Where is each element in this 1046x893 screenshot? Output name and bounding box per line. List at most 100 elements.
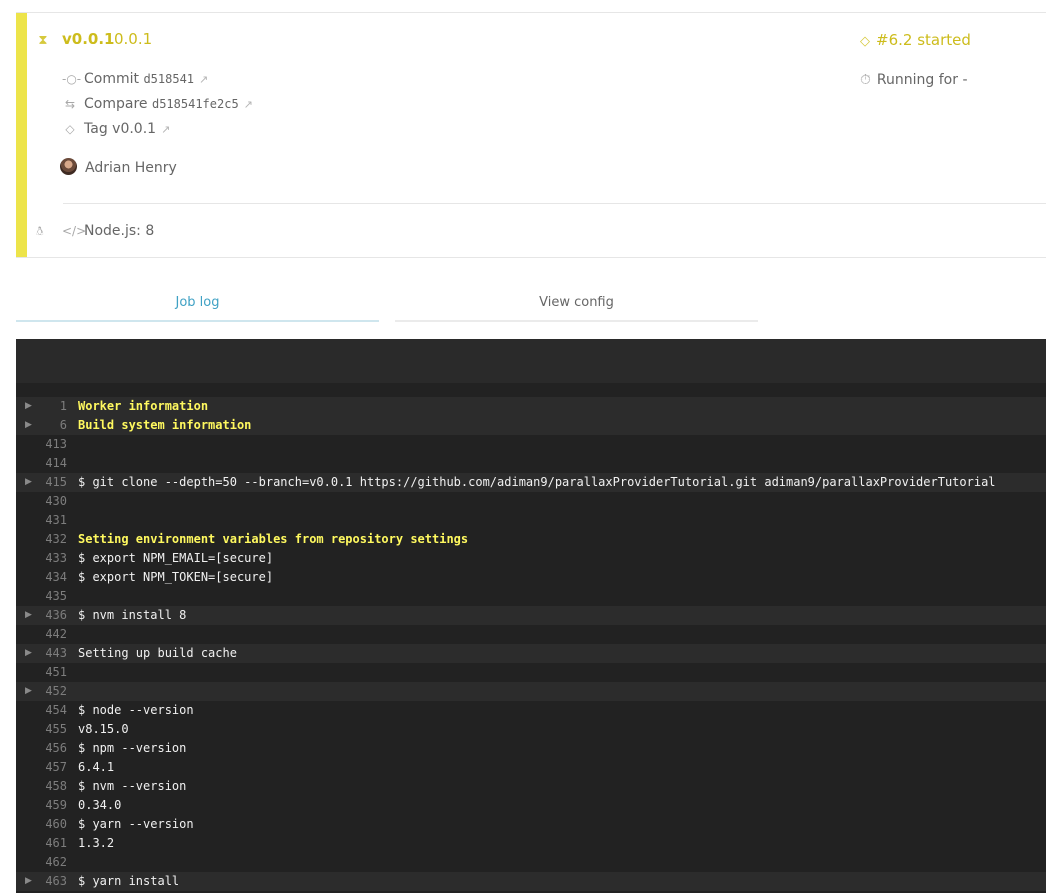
log-line: 462 [16, 853, 1046, 872]
external-link-icon[interactable]: ↗ [199, 70, 208, 90]
log-line-text: $ nvm install 8 [78, 608, 187, 622]
log-line-number[interactable]: 455 [36, 720, 67, 739]
log-line-text: $ yarn install [78, 874, 180, 888]
log-line[interactable]: ▶ 463 $ yarn install [16, 872, 1046, 891]
log-line-number[interactable]: 443 [36, 644, 67, 663]
log-line-number[interactable]: 463 [36, 872, 67, 891]
log-line: 413 [16, 435, 1046, 454]
log-line-number[interactable]: 6 [36, 416, 67, 435]
log-line-number[interactable]: 459 [36, 796, 67, 815]
log-line[interactable]: ▶ 436 $ nvm install 8 [16, 606, 1046, 625]
job-number-link[interactable]: v0.0.1 [62, 30, 115, 48]
log-line-number[interactable]: 435 [36, 587, 67, 606]
log-line: 454 $ node --version [16, 701, 1046, 720]
tab-job-log[interactable]: Job log [16, 290, 379, 322]
log-line-number[interactable]: 457 [36, 758, 67, 777]
log-line-number[interactable]: 1 [36, 397, 67, 416]
log-line[interactable]: ▶ 1 Worker information [16, 397, 1046, 416]
log-line-number[interactable]: 451 [36, 663, 67, 682]
external-link-icon[interactable]: ↗ [161, 120, 170, 140]
fold-arrow-icon[interactable]: ▶ [25, 397, 35, 416]
log-line[interactable]: ▶ 6 Build system information [16, 416, 1046, 435]
tag-link[interactable]: Tag v0.0.1 [84, 121, 156, 137]
log-line-number[interactable]: 430 [36, 492, 67, 511]
log-line: 414 [16, 454, 1046, 473]
compare-link[interactable]: Compare d518541fe2c5 [84, 96, 239, 112]
log-line-text: $ export NPM_EMAIL=[secure] [78, 551, 274, 565]
external-link-icon[interactable]: ↗ [244, 95, 253, 115]
log-line: 434 $ export NPM_TOKEN=[secure] [16, 568, 1046, 587]
log-line-number[interactable]: 436 [36, 606, 67, 625]
log-line: 455 v8.15.0 [16, 720, 1046, 739]
log-line-text: 0.34.0 [78, 798, 122, 812]
language-row: </>Node.js: 8 [62, 221, 154, 241]
log-line-number[interactable]: 458 [36, 777, 67, 796]
log-line-text: $ nvm --version [78, 779, 187, 793]
log-line-text: Setting up build cache [78, 646, 237, 660]
fold-arrow-icon[interactable]: ▶ [25, 473, 35, 492]
fold-arrow-icon[interactable]: ▶ [25, 416, 35, 435]
tag-value: v0.0.1 [112, 121, 157, 137]
log-line-number[interactable]: 462 [36, 853, 67, 872]
compare-icon: ⇆ [64, 97, 76, 111]
tag-row: ◇ Tag v0.0.1 ↗ [62, 119, 170, 139]
log-line-number[interactable]: 434 [36, 568, 67, 587]
avatar [60, 158, 77, 175]
log-line-number[interactable]: 456 [36, 739, 67, 758]
log-line-text: $ export NPM_TOKEN=[secure] [78, 570, 274, 584]
log-line: 442 [16, 625, 1046, 644]
commit-label: Commit [84, 71, 139, 87]
log-line-number[interactable]: 454 [36, 701, 67, 720]
log-line-number[interactable]: 452 [36, 682, 67, 701]
fold-arrow-icon[interactable]: ▶ [25, 682, 35, 701]
job-tabs: Job log View config [16, 290, 758, 322]
tab-view-config[interactable]: View config [395, 290, 758, 322]
job-log: ▶ 1 Worker information ▶ 6 Build system infor… [16, 383, 1046, 893]
log-line-number[interactable]: 442 [36, 625, 67, 644]
hourglass-icon: ⧗ [38, 33, 48, 48]
log-line-number[interactable]: 460 [36, 815, 67, 834]
commit-row: -○- Commit d518541 ↗ [62, 69, 208, 89]
commit-icon: -○- [62, 72, 82, 86]
fold-arrow-icon[interactable]: ▶ [25, 644, 35, 663]
log-line-number[interactable]: 432 [36, 530, 67, 549]
log-line-text: $ npm --version [78, 741, 187, 755]
log-line-number[interactable]: 413 [36, 435, 67, 454]
log-line-number[interactable]: 431 [36, 511, 67, 530]
card-divider [63, 203, 1046, 204]
compare-range: d518541fe2c5 [151, 97, 239, 111]
commit-sha: d518541 [143, 72, 195, 86]
log-line[interactable]: ▶ 452 [16, 682, 1046, 701]
log-line: 431 [16, 511, 1046, 530]
log-line-text: v8.15.0 [78, 722, 129, 736]
log-line: 461 1.3.2 [16, 834, 1046, 853]
tag-label: Tag [84, 121, 108, 137]
log-line-number[interactable]: 433 [36, 549, 67, 568]
status-stripe [16, 13, 27, 257]
build-status: ◇ #6.2 started [860, 30, 971, 50]
log-line-text: Setting environment variables from repos… [78, 532, 469, 546]
tag-icon: ◇ [860, 34, 870, 49]
compare-label: Compare [84, 96, 148, 112]
log-line-text: Build system information [78, 418, 252, 432]
log-line[interactable]: ▶ 415 $ git clone --depth=50 --branch=v0.0… [16, 473, 1046, 492]
log-line: 451 [16, 663, 1046, 682]
log-line: 430 [16, 492, 1046, 511]
log-line-number[interactable]: 461 [36, 834, 67, 853]
fold-arrow-icon[interactable]: ▶ [25, 606, 35, 625]
log-line[interactable]: ▶ 443 Setting up build cache [16, 644, 1046, 663]
log-line: 457 6.4.1 [16, 758, 1046, 777]
job-header-card: ⧗ v0.0.1 0.0.1 -○- Commit d518541 ↗ ⇆ Compa… [16, 13, 1046, 258]
build-status-link[interactable]: #6.2 started [876, 31, 971, 49]
log-line: 458 $ nvm --version [16, 777, 1046, 796]
log-line: 460 $ yarn --version [16, 815, 1046, 834]
log-line-text: 1.3.2 [78, 836, 115, 850]
log-line-number[interactable]: 414 [36, 454, 67, 473]
log-line-number[interactable]: 415 [36, 473, 67, 492]
fold-arrow-icon[interactable]: ▶ [25, 872, 35, 891]
log-line: 456 $ npm --version [16, 739, 1046, 758]
duration-text: Running for - [876, 72, 968, 88]
duration: ⏱︎ Running for - [860, 70, 968, 90]
log-line: 432 Setting environment variables from re… [16, 530, 1046, 549]
commit-link[interactable]: Commit d518541 [84, 71, 194, 87]
